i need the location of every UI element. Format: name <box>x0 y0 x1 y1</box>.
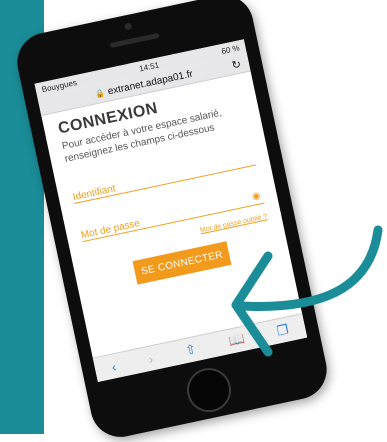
battery-level: 60 % <box>220 42 241 56</box>
smartphone: Bouygues 14:51 60 % 🔒 extranet.adapa01.f… <box>11 0 333 442</box>
lock-icon: 🔒 <box>94 87 106 99</box>
password-placeholder: Mot de passe <box>79 217 142 242</box>
reload-icon[interactable]: ↻ <box>230 57 243 72</box>
back-icon[interactable]: ‹ <box>110 359 117 375</box>
phone-body: Bouygues 14:51 60 % 🔒 extranet.adapa01.f… <box>11 0 333 442</box>
tabs-icon[interactable]: ❐ <box>275 321 290 339</box>
phone-screen: Bouygues 14:51 60 % 🔒 extranet.adapa01.f… <box>34 39 308 383</box>
show-password-icon[interactable]: ◉ <box>251 190 262 203</box>
forward-icon[interactable]: › <box>147 351 154 367</box>
front-camera <box>123 22 133 31</box>
home-button[interactable] <box>182 364 236 417</box>
bookmarks-icon[interactable]: 📖 <box>227 331 246 350</box>
login-button[interactable]: SE CONNECTER <box>132 241 232 285</box>
earpiece-speaker <box>109 32 160 49</box>
username-placeholder: Identifiant <box>71 183 117 204</box>
share-icon[interactable]: ⇧ <box>184 341 198 359</box>
